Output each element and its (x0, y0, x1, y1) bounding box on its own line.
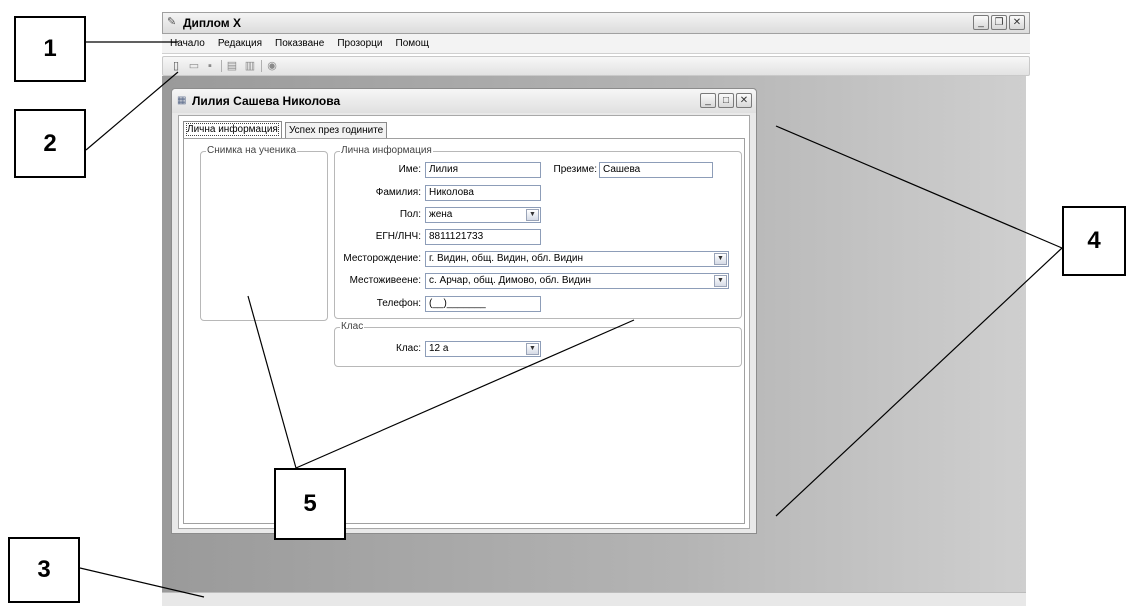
callout-line-5a (247, 295, 297, 469)
callout-4: 4 (1062, 206, 1126, 276)
callout-line-5b (295, 319, 635, 469)
callout-5: 5 (274, 468, 346, 540)
callout-line-4b (775, 247, 1063, 517)
callout-2: 2 (14, 109, 86, 178)
callout-line-4a (775, 125, 1063, 249)
callout-line-3 (79, 567, 205, 598)
callout-1: 1 (14, 16, 86, 82)
callout-lines (79, 41, 1063, 598)
callout-3: 3 (8, 537, 80, 603)
callout-line-2 (85, 71, 179, 151)
